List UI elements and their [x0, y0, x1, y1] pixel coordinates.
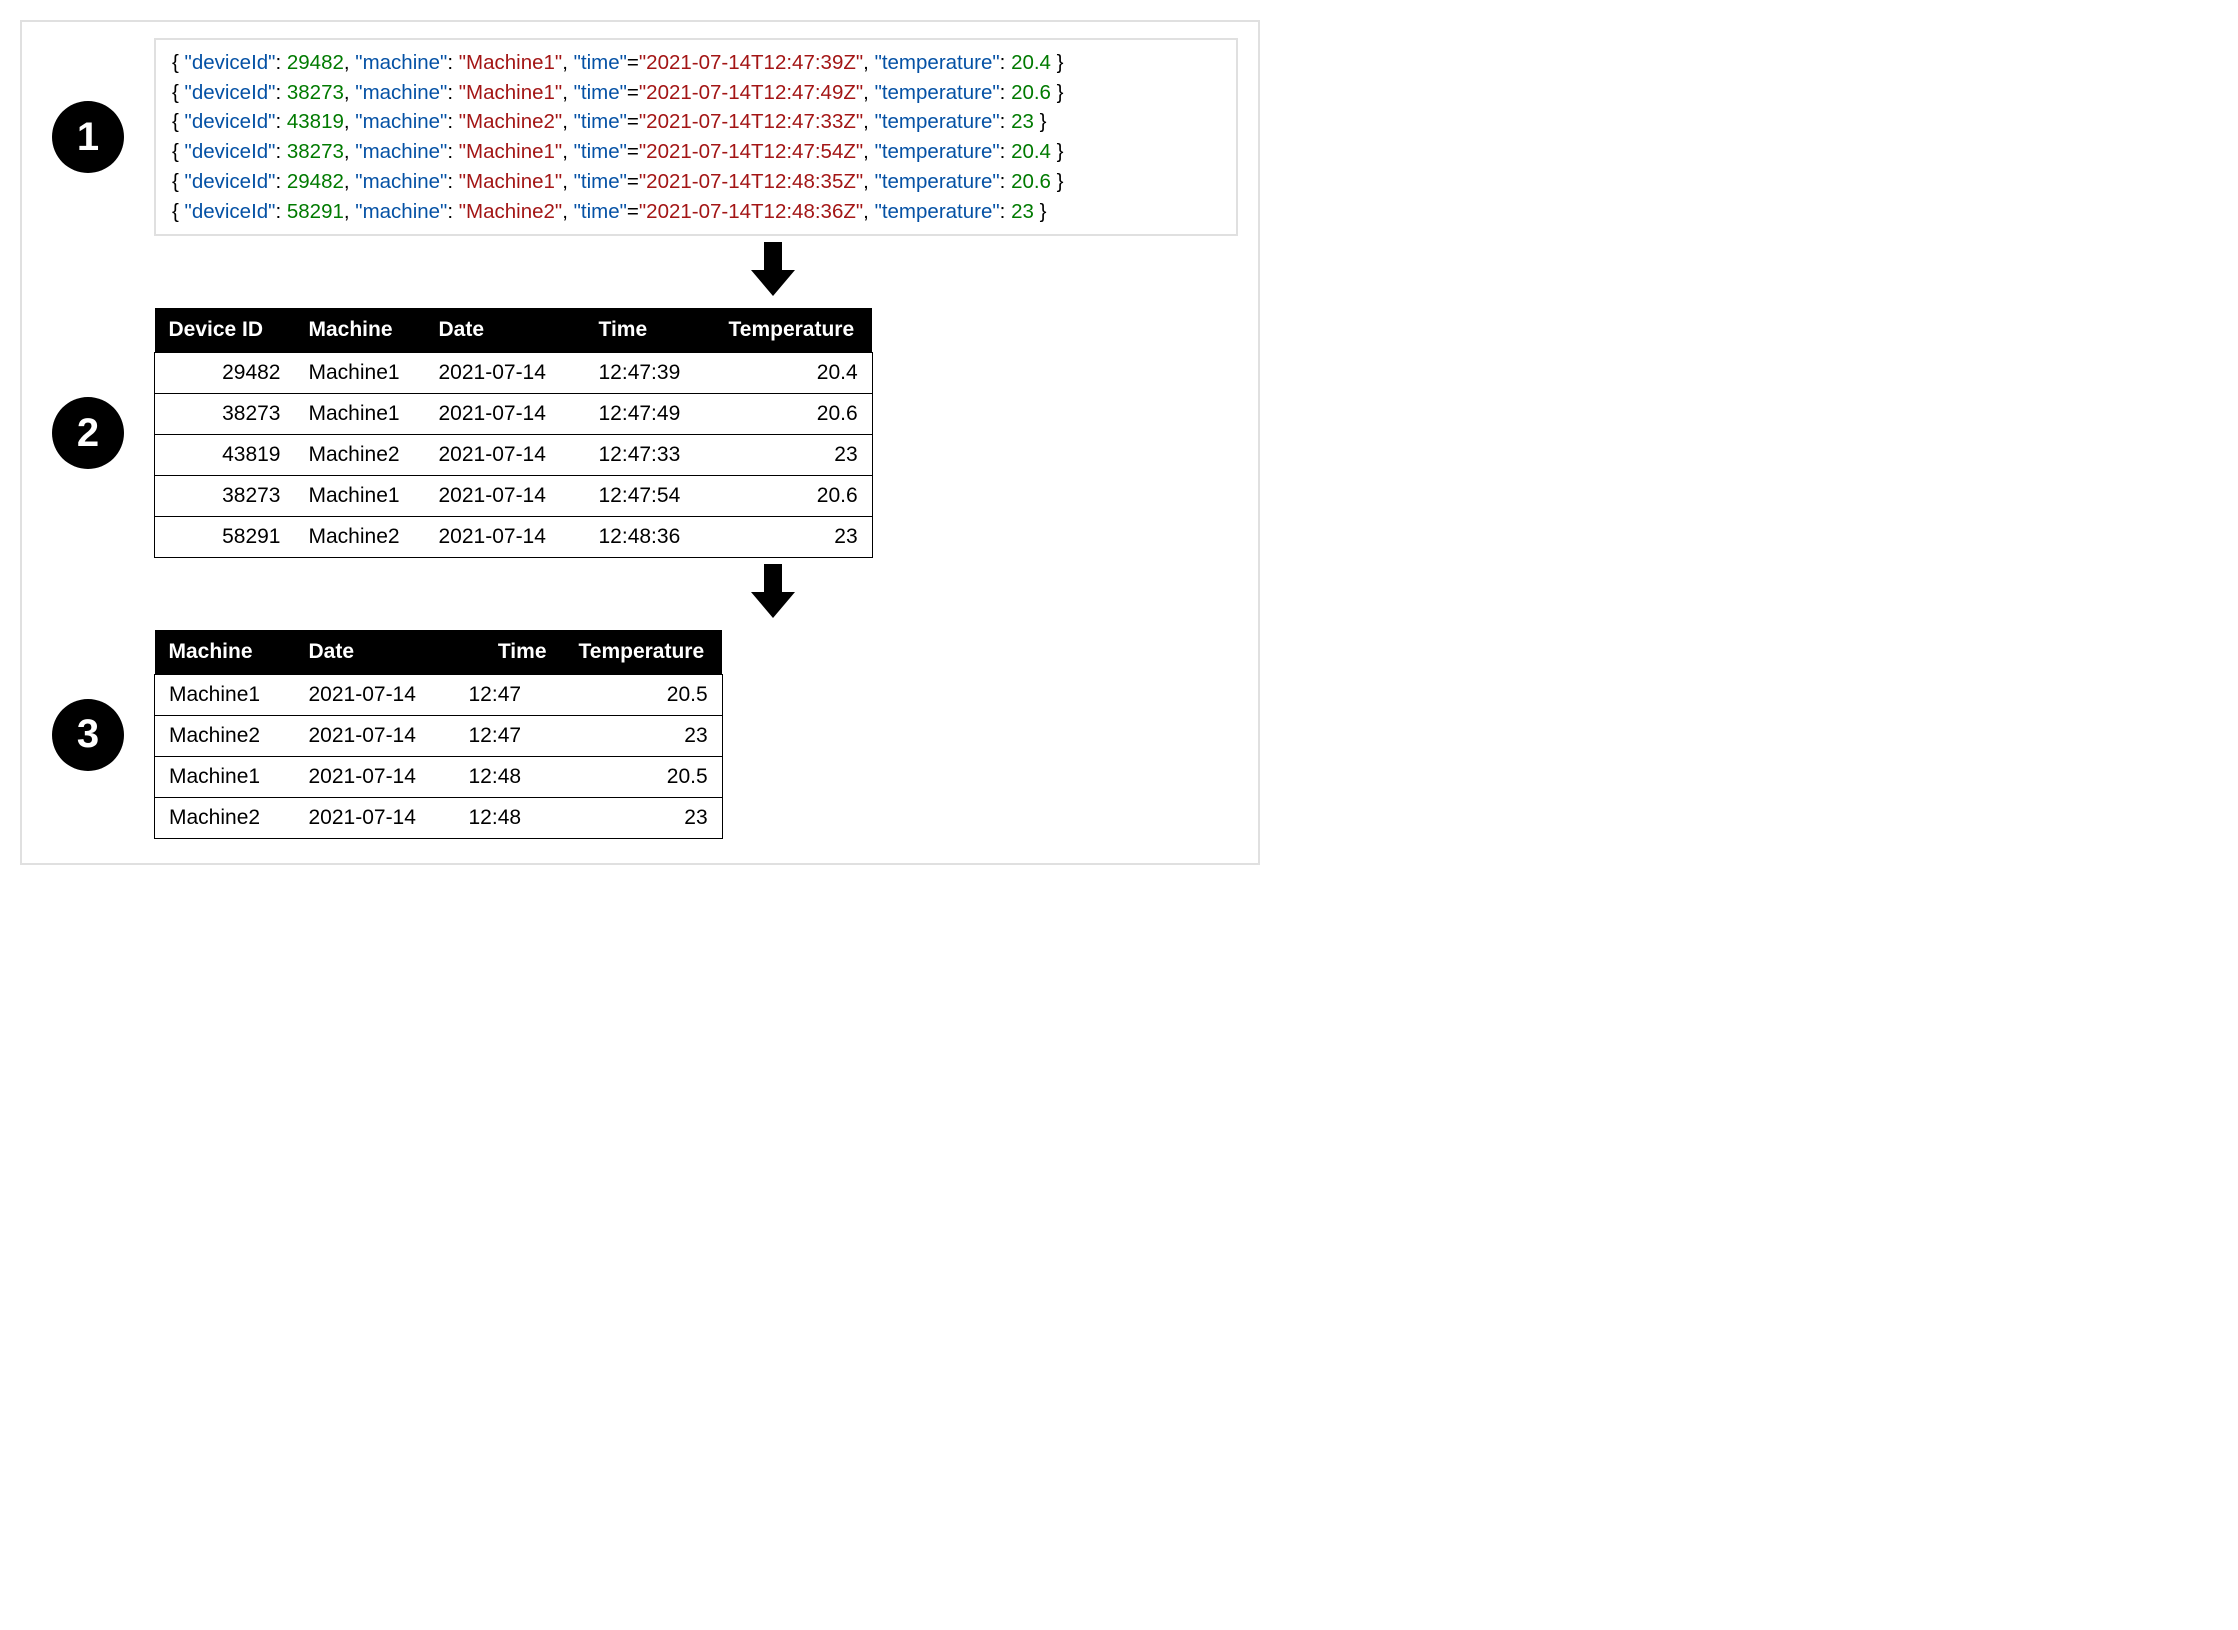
- cell-date: 2021-07-14: [425, 394, 585, 435]
- cell-date: 2021-07-14: [425, 476, 585, 517]
- arrow-down-icon: [751, 242, 795, 302]
- table-row: 38273Machine12021-07-1412:47:5420.6: [155, 476, 873, 517]
- table-row: Machine22021-07-1412:4723: [155, 716, 723, 757]
- cell-date: 2021-07-14: [425, 353, 585, 394]
- json-line: { "deviceId": 43819, "machine": "Machine…: [172, 107, 1220, 137]
- cell-time: 12:47:54: [585, 476, 715, 517]
- cell-temperature: 23: [715, 435, 873, 476]
- diagram-frame: 1 { "deviceId": 29482, "machine": "Machi…: [20, 20, 1260, 865]
- cell-date: 2021-07-14: [295, 757, 455, 798]
- step-3-row: 3 Machine Date Time Temperature Machine1…: [52, 630, 1238, 839]
- arrow-1-wrap: [52, 242, 1238, 302]
- json-line: { "deviceId": 29482, "machine": "Machine…: [172, 48, 1220, 78]
- th-device-id: Device ID: [155, 308, 295, 353]
- cell-machine: Machine2: [155, 798, 295, 839]
- cell-device-id: 29482: [155, 353, 295, 394]
- cell-machine: Machine1: [295, 394, 425, 435]
- step-2-badge: 2: [52, 397, 124, 469]
- cell-machine: Machine2: [155, 716, 295, 757]
- th-machine: Machine: [295, 308, 425, 353]
- cell-temperature: 20.6: [715, 394, 873, 435]
- cell-device-id: 58291: [155, 517, 295, 558]
- json-line: { "deviceId": 38273, "machine": "Machine…: [172, 78, 1220, 108]
- cell-temperature: 23: [565, 716, 723, 757]
- cell-temperature: 23: [565, 798, 723, 839]
- th-date: Date: [425, 308, 585, 353]
- th2-machine: Machine: [155, 630, 295, 675]
- json-line: { "deviceId": 29482, "machine": "Machine…: [172, 167, 1220, 197]
- cell-time: 12:48:36: [585, 517, 715, 558]
- step-3-number: 3: [77, 712, 99, 757]
- cell-date: 2021-07-14: [295, 798, 455, 839]
- cell-device-id: 43819: [155, 435, 295, 476]
- th2-temperature: Temperature: [565, 630, 723, 675]
- cell-machine: Machine1: [295, 353, 425, 394]
- table-row: 29482Machine12021-07-1412:47:3920.4: [155, 353, 873, 394]
- table-1-wrap: Device ID Machine Date Time Temperature …: [154, 308, 873, 558]
- json-line: { "deviceId": 38273, "machine": "Machine…: [172, 137, 1220, 167]
- table-row: 43819Machine22021-07-1412:47:3323: [155, 435, 873, 476]
- cell-machine: Machine1: [155, 757, 295, 798]
- cell-temperature: 20.6: [715, 476, 873, 517]
- json-line: { "deviceId": 58291, "machine": "Machine…: [172, 197, 1220, 227]
- cell-machine: Machine2: [295, 435, 425, 476]
- cell-temperature: 20.4: [715, 353, 873, 394]
- th2-time: Time: [455, 630, 565, 675]
- cell-date: 2021-07-14: [295, 675, 455, 716]
- cell-temperature: 20.5: [565, 757, 723, 798]
- arrow-2-wrap: [52, 564, 1238, 624]
- cell-time: 12:48: [455, 757, 565, 798]
- step-2-row: 2 Device ID Machine Date Time Temperatur…: [52, 308, 1238, 558]
- cell-time: 12:47: [455, 675, 565, 716]
- cell-date: 2021-07-14: [425, 517, 585, 558]
- cell-date: 2021-07-14: [425, 435, 585, 476]
- cell-machine: Machine2: [295, 517, 425, 558]
- cell-time: 12:47:49: [585, 394, 715, 435]
- cell-time: 12:47:33: [585, 435, 715, 476]
- th-temperature: Temperature: [715, 308, 873, 353]
- cell-temperature: 23: [715, 517, 873, 558]
- cell-date: 2021-07-14: [295, 716, 455, 757]
- step-1-number: 1: [77, 115, 99, 160]
- arrow-down-icon: [751, 564, 795, 624]
- cell-temperature: 20.5: [565, 675, 723, 716]
- cell-time: 12:47:39: [585, 353, 715, 394]
- table-row: 38273Machine12021-07-1412:47:4920.6: [155, 394, 873, 435]
- cell-time: 12:48: [455, 798, 565, 839]
- cell-machine: Machine1: [155, 675, 295, 716]
- json-events-box: { "deviceId": 29482, "machine": "Machine…: [154, 38, 1238, 236]
- th2-date: Date: [295, 630, 455, 675]
- cell-device-id: 38273: [155, 394, 295, 435]
- step-3-badge: 3: [52, 699, 124, 771]
- th-time: Time: [585, 308, 715, 353]
- cell-device-id: 38273: [155, 476, 295, 517]
- table-row: Machine22021-07-1412:4823: [155, 798, 723, 839]
- cell-machine: Machine1: [295, 476, 425, 517]
- table-row: Machine12021-07-1412:4720.5: [155, 675, 723, 716]
- table-row: Machine12021-07-1412:4820.5: [155, 757, 723, 798]
- cell-time: 12:47: [455, 716, 565, 757]
- aggregated-table: Machine Date Time Temperature Machine120…: [154, 630, 723, 839]
- table-2-wrap: Machine Date Time Temperature Machine120…: [154, 630, 723, 839]
- parsed-table: Device ID Machine Date Time Temperature …: [154, 308, 873, 558]
- step-2-number: 2: [77, 411, 99, 456]
- step-1-badge: 1: [52, 101, 124, 173]
- table-row: 58291Machine22021-07-1412:48:3623: [155, 517, 873, 558]
- step-1-row: 1 { "deviceId": 29482, "machine": "Machi…: [52, 38, 1238, 236]
